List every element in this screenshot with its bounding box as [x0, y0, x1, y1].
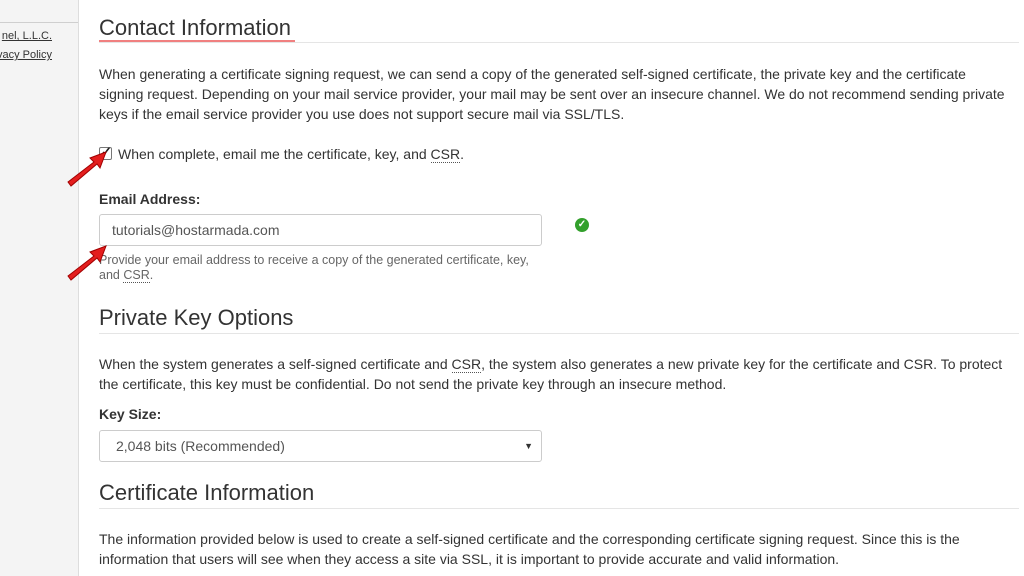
email-address-input[interactable]: tutorials@hostarmada.com: [99, 214, 542, 246]
sidebar-link-privacy-policy[interactable]: vacy Policy: [0, 49, 52, 61]
certificate-description: The information provided below is used t…: [99, 531, 960, 567]
sidebar-link-company[interactable]: nel, L.L.C.: [2, 30, 52, 42]
caret-down-icon: ▼: [524, 441, 533, 451]
red-arrow-icon: [67, 245, 107, 281]
key-size-select[interactable]: 2,048 bits (Recommended) ▼: [99, 430, 542, 462]
email-address-label: Email Address:: [99, 191, 201, 207]
email-certificate-option: ✓ When complete, email me the certificate…: [99, 144, 464, 163]
key-size-selected-value: 2,048 bits (Recommended): [116, 438, 285, 454]
check-circle-icon: ✓: [575, 218, 589, 232]
key-size-label: Key Size:: [99, 406, 162, 422]
red-arrow-icon: [67, 151, 107, 187]
certificate-information-heading: Certificate Information: [99, 480, 315, 505]
contact-information-heading: Contact Information: [99, 15, 291, 40]
email-certificate-label: When complete, email me the certificate,…: [118, 146, 464, 163]
sidebar-divider: [0, 0, 78, 23]
private-key-options-heading: Private Key Options: [99, 305, 294, 330]
contact-description: When generating a certificate signing re…: [99, 66, 1005, 122]
private-key-description: When the system generates a self-signed …: [99, 356, 1003, 392]
section-divider: [99, 508, 1019, 509]
section-divider: [99, 333, 1019, 334]
section-divider: [99, 42, 1019, 43]
sidebar: nel, L.L.C. vacy Policy: [0, 0, 79, 576]
email-help-text: Provide your email address to receive a …: [99, 253, 529, 283]
